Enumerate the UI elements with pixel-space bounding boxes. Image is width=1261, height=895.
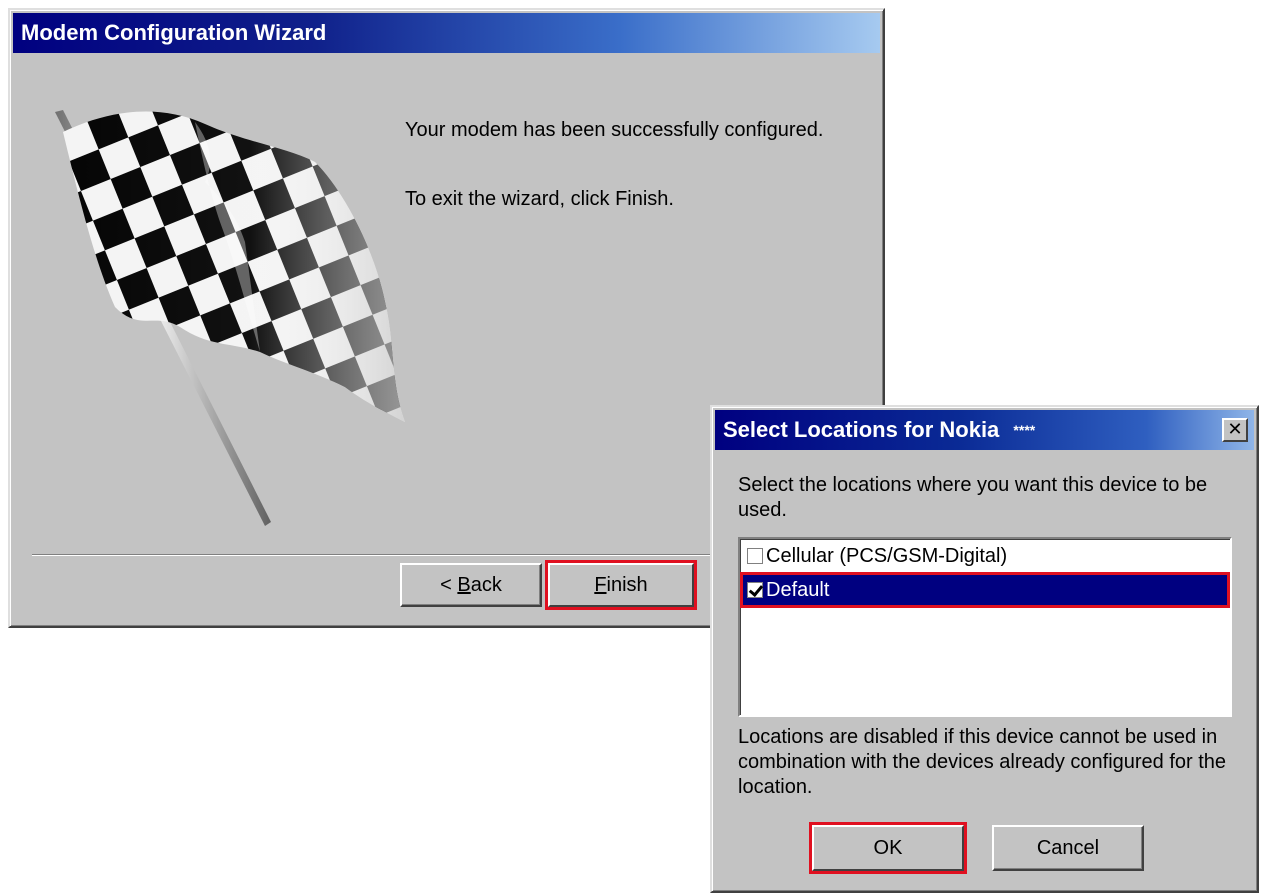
locations-title-bar[interactable]: Select Locations for Nokia **** ✕: [715, 410, 1254, 450]
wizard-title: Modem Configuration Wizard: [21, 20, 327, 45]
cancel-button[interactable]: Cancel: [992, 825, 1144, 871]
locations-instruction: Select the locations where you want this…: [738, 474, 1208, 521]
list-item-label: Cellular (PCS/GSM-Digital): [766, 544, 1008, 567]
exit-instruction: To exit the wizard, click Finish.: [405, 188, 674, 210]
ok-label: OK: [873, 836, 903, 859]
locations-list[interactable]: Cellular (PCS/GSM-Digital) Default: [738, 537, 1232, 717]
close-icon[interactable]: ✕: [1222, 418, 1248, 442]
checkbox-checked-icon[interactable]: [747, 582, 763, 598]
locations-title: Select Locations for Nokia: [723, 417, 1000, 442]
list-item[interactable]: Cellular (PCS/GSM-Digital): [743, 541, 1227, 571]
success-message: Your modem has been successfully configu…: [405, 119, 824, 141]
checkbox-icon[interactable]: [747, 548, 763, 564]
back-button-prefix: <: [440, 573, 458, 596]
select-locations-dialog: Select Locations for Nokia **** ✕ Select…: [710, 405, 1259, 893]
close-glyph: ✕: [1227, 419, 1243, 439]
back-button-key: B: [457, 573, 471, 596]
wizard-title-bar[interactable]: Modem Configuration Wizard: [13, 13, 880, 53]
locations-title-suffix: ****: [1013, 422, 1036, 438]
back-button[interactable]: < Back: [400, 563, 542, 607]
finish-button-key: F: [594, 573, 607, 596]
locations-note: Locations are disabled if this device ca…: [738, 726, 1227, 798]
checkered-flag-icon: [55, 110, 405, 526]
finish-button-rest: inish: [606, 573, 648, 596]
list-item-selected[interactable]: Default: [743, 575, 1227, 605]
finish-button[interactable]: Finish: [548, 563, 694, 607]
ok-button[interactable]: OK: [812, 825, 964, 871]
cancel-label: Cancel: [1036, 836, 1100, 859]
list-item-label: Default: [766, 578, 830, 601]
back-button-rest: ack: [470, 573, 502, 596]
